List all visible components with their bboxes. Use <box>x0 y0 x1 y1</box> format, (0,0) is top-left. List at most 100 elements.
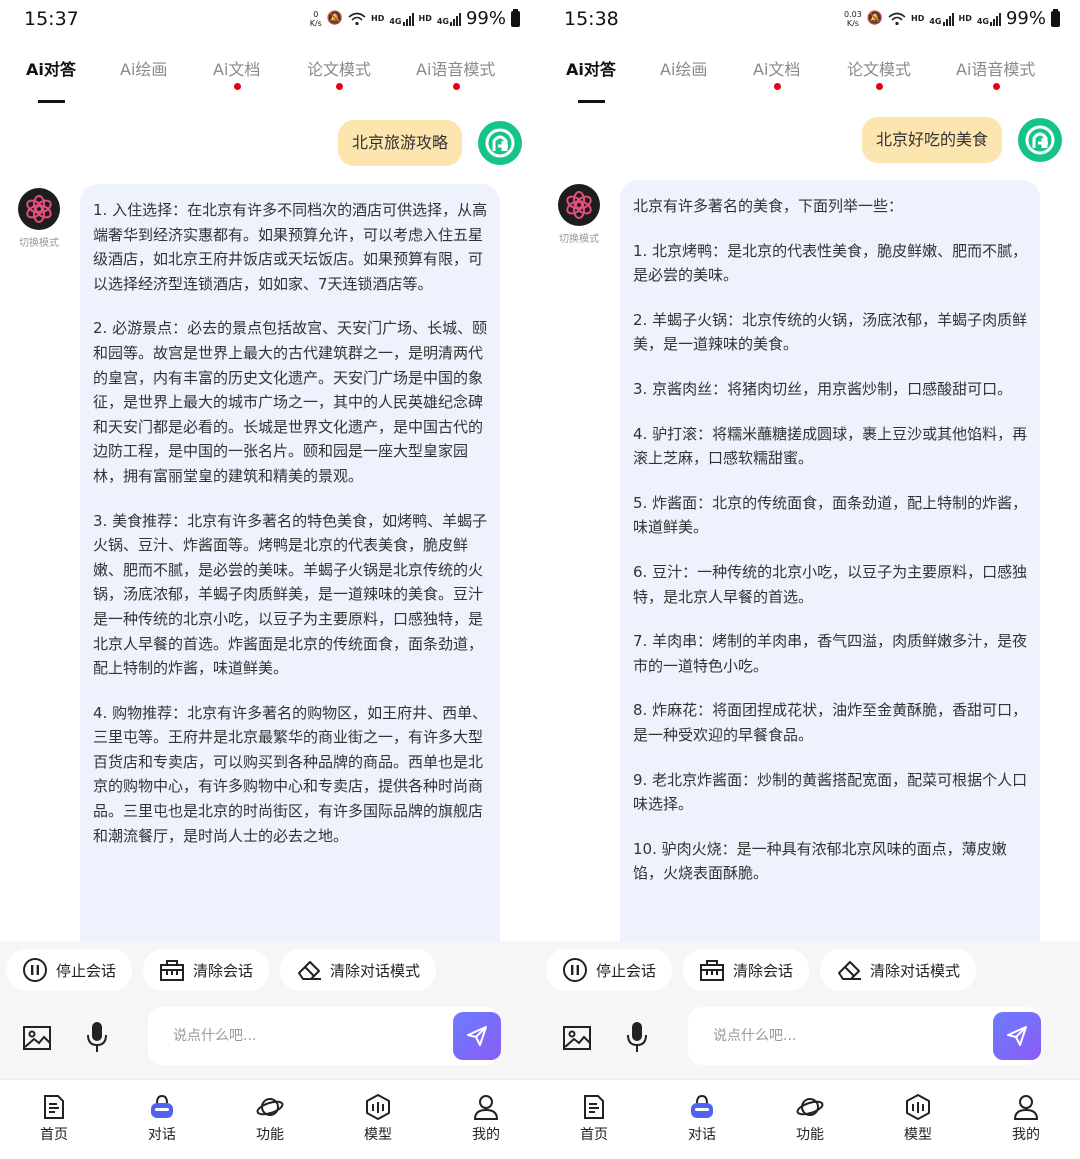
user-avatar[interactable] <box>1018 118 1062 162</box>
answer-paragraph: 8. 炸麻花：将面团捏成花状，油炸至金黄酥脆，香甜可口，是一种受欢迎的早餐食品。 <box>633 701 1028 744</box>
tab-ai-qa[interactable]: Ai对答 <box>566 56 616 103</box>
answer-paragraph: 4. 购物推荐：北京有许多著名的购物区，如王府井、西单、三里屯等。王府井是北京最… <box>93 703 488 845</box>
nav-features[interactable]: 功能 <box>780 1094 840 1144</box>
bot-avatar[interactable] <box>558 184 600 226</box>
clear-conversation-button[interactable]: 清除会话 <box>683 949 810 991</box>
signal-icon-2: 4G <box>977 12 1001 26</box>
pause-circle-icon <box>23 958 47 982</box>
image-icon[interactable] <box>22 1023 52 1053</box>
bot-avatar[interactable] <box>18 188 60 230</box>
status-bar: 15:37 0 K/s 🔕 HD 4G HD 4G 99% <box>0 0 540 40</box>
phone-screen-right: 15:38 0.03 K/s 🔕 HD 4G HD 4G 99% Ai对答 Ai… <box>540 0 1080 1159</box>
message-input[interactable] <box>688 1007 1040 1065</box>
clear-dialogue-mode-button[interactable]: 清除对话模式 <box>820 949 977 991</box>
nav-features[interactable]: 功能 <box>240 1094 300 1144</box>
new-dot <box>992 83 1000 90</box>
hd-label-2: HD <box>958 14 972 23</box>
send-icon <box>467 1026 487 1046</box>
nav-models[interactable]: 模型 <box>888 1094 948 1144</box>
tab-ai-voice-mode[interactable]: Ai语音模式 <box>416 56 495 90</box>
signal-icon: 4G <box>929 12 954 26</box>
input-bar <box>0 999 540 1079</box>
switch-mode-label[interactable]: 切换模式 <box>556 230 602 245</box>
clear-dialogue-mode-button[interactable]: 清除对话模式 <box>280 949 437 991</box>
hd-label-2: HD <box>418 14 432 23</box>
send-icon <box>1007 1026 1027 1046</box>
bot-avatar-area[interactable]: 切换模式 <box>556 184 602 245</box>
send-button[interactable] <box>453 1012 501 1060</box>
nav-profile[interactable]: 我的 <box>996 1094 1056 1144</box>
status-time: 15:37 <box>24 8 79 30</box>
input-bar <box>540 999 1080 1079</box>
answer-paragraph: 10. 驴肉火烧：是一种具有浓郁北京风味的面点，薄皮嫩馅，火烧表面酥脆。 <box>633 839 1007 883</box>
tab-ai-drawing[interactable]: Ai绘画 <box>660 56 707 80</box>
hd-label: HD <box>371 14 385 23</box>
stop-conversation-button[interactable]: 停止会话 <box>546 949 673 991</box>
clear-conversation-button[interactable]: 清除会话 <box>143 949 270 991</box>
nav-home[interactable]: 首页 <box>24 1094 84 1144</box>
send-button[interactable] <box>993 1012 1041 1060</box>
tab-ai-drawing[interactable]: Ai绘画 <box>120 56 167 80</box>
bottom-nav: 首页 对话 功能 模型 我的 <box>540 1079 1080 1159</box>
mute-icon: 🔕 <box>326 11 344 26</box>
status-time: 15:38 <box>564 8 619 30</box>
mute-icon: 🔕 <box>866 11 884 26</box>
pause-circle-icon <box>563 958 587 982</box>
net-speed: 0.03 K/s <box>844 9 862 28</box>
action-bar: 停止会话 清除会话 清除对话模式 <box>0 941 540 999</box>
status-icons: 0 K/s 🔕 HD 4G HD 4G 99% <box>310 8 520 29</box>
hd-label: HD <box>911 14 925 23</box>
home-doc-icon <box>44 1095 64 1119</box>
new-dot <box>336 83 343 90</box>
nav-chat[interactable]: 对话 <box>672 1094 732 1144</box>
stop-conversation-button[interactable]: 停止会话 <box>6 949 133 991</box>
user-avatar[interactable] <box>478 121 522 165</box>
user-avatar-icon <box>1025 125 1055 155</box>
microphone-icon[interactable] <box>86 1021 108 1053</box>
status-icons: 0.03 K/s 🔕 HD 4G HD 4G 99% <box>844 8 1060 29</box>
tab-ai-qa[interactable]: Ai对答 <box>26 56 76 103</box>
tab-ai-document[interactable]: Ai文档 <box>753 56 800 90</box>
answer-paragraph: 2. 羊蝎子火锅：北京传统的火锅，汤底浓郁，羊蝎子肉质鲜美，是一道辣味的美食。 <box>633 310 1028 354</box>
nav-chat[interactable]: 对话 <box>132 1094 192 1144</box>
user-icon <box>1013 1095 1039 1120</box>
answer-paragraph: 3. 美食推荐：北京有许多著名的特色美食，如烤鸭、羊蝎子火锅、豆汁、炸酱面等。烤… <box>93 511 488 678</box>
switch-mode-label[interactable]: 切换模式 <box>16 234 62 249</box>
user-message-bubble: 北京旅游攻略 <box>337 120 462 166</box>
tab-paper-mode[interactable]: 论文模式 <box>847 56 911 90</box>
trash-box-icon <box>700 960 725 981</box>
ai-knot-icon <box>26 195 52 223</box>
microphone-icon[interactable] <box>626 1021 648 1053</box>
tab-ai-document[interactable]: Ai文档 <box>213 56 260 90</box>
nav-models[interactable]: 模型 <box>348 1094 408 1144</box>
trash-box-icon <box>160 960 185 981</box>
user-message-bubble: 北京好吃的美食 <box>861 117 1002 163</box>
tab-paper-mode[interactable]: 论文模式 <box>307 56 371 90</box>
eraser-icon <box>298 961 322 980</box>
answer-paragraph: 9. 老北京炸酱面：炒制的黄酱搭配宽面，配菜可根据个人口味选择。 <box>633 770 1028 814</box>
new-dot <box>452 83 460 90</box>
answer-paragraph: 4. 驴打滚：将糯米蘸糖搓成圆球，裹上豆沙或其他馅料，再滚上芝麻，口感软糯甜蜜。 <box>633 424 1028 468</box>
wifi-icon <box>348 12 366 25</box>
active-tab-indicator <box>577 100 605 103</box>
mode-tabs: Ai对答 Ai绘画 Ai文档 论文模式 Ai语音模式 <box>0 56 540 116</box>
planet-icon <box>796 1098 824 1116</box>
bottom-nav: 首页 对话 功能 模型 我的 <box>0 1079 540 1159</box>
battery-icon <box>511 8 520 27</box>
bot-avatar-area[interactable]: 切换模式 <box>16 188 62 249</box>
answer-paragraph: 6. 豆汁：一种传统的北京小吃，以豆子为主要原料，口感独特，是北京人早餐的首选。 <box>633 562 1028 606</box>
status-bar: 15:38 0.03 K/s 🔕 HD 4G HD 4G 99% <box>540 0 1080 40</box>
answer-paragraph: 7. 羊肉串：烤制的羊肉串，香气四溢，肉质鲜嫩多汁，是夜市的一道特色小吃。 <box>633 632 1028 675</box>
answer-paragraph: 3. 京酱肉丝：将猪肉切丝，用京酱炒制，口感酸甜可口。 <box>633 379 1013 398</box>
image-icon[interactable] <box>562 1023 592 1053</box>
user-icon <box>473 1095 499 1120</box>
nav-home[interactable]: 首页 <box>564 1094 624 1144</box>
signal-icon: 4G <box>389 12 414 26</box>
eraser-icon <box>838 961 862 980</box>
battery-percent: 99% <box>1005 8 1046 29</box>
message-input[interactable] <box>148 1007 500 1065</box>
user-message-row: 北京旅游攻略 <box>337 120 522 166</box>
nav-profile[interactable]: 我的 <box>456 1094 516 1144</box>
new-dot <box>876 83 883 90</box>
tab-ai-voice-mode[interactable]: Ai语音模式 <box>956 56 1035 90</box>
